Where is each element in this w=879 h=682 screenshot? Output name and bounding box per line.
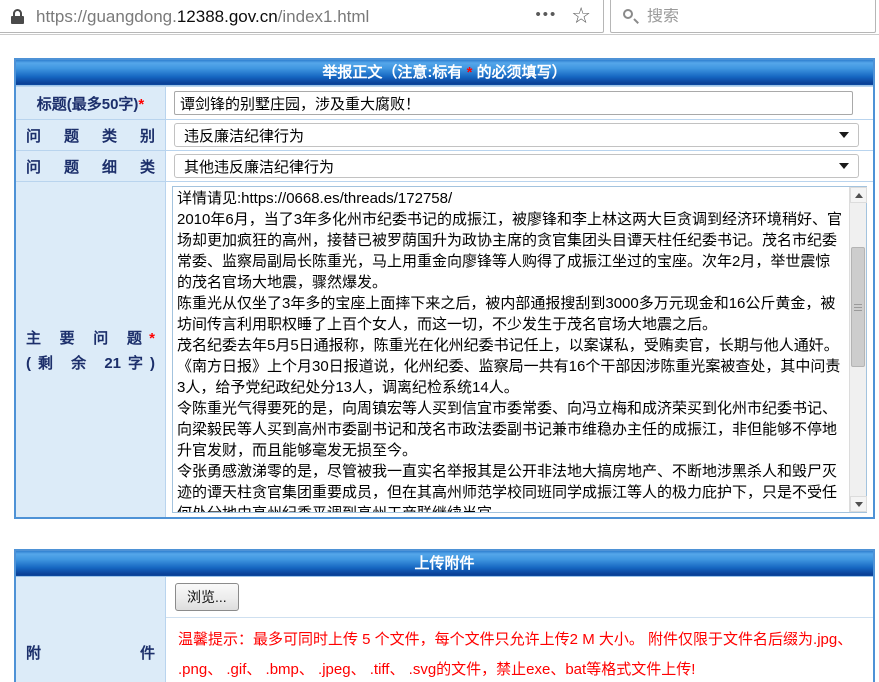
main-problem-label: 主 要 问 题* (剩 余 21字) [16, 182, 166, 517]
title-row: 标题(最多50字)* [16, 86, 873, 119]
report-header-text-2: 的必须填写） [472, 64, 566, 81]
category-cell: 违反廉洁纪律行为 [166, 120, 873, 150]
report-form-panel: 举报正文（注意:标有 * 的必须填写） 标题(最多50字)* 问 题 类 别 违… [14, 58, 875, 519]
subcategory-row: 问 题 细 类 其他违反廉洁纪律行为 [16, 150, 873, 181]
main-problem-cell: 详情请见:https://0668.es/threads/172758/ 201… [166, 182, 873, 517]
title-input[interactable] [174, 91, 853, 115]
subcategory-cell: 其他违反廉洁纪律行为 [166, 151, 873, 181]
textarea-scrollbar[interactable] [849, 187, 866, 512]
subcategory-select-value: 其他违反廉洁纪律行为 [184, 156, 334, 177]
file-input-row: 浏览... [166, 577, 873, 618]
main-required-asterisk: * [149, 330, 155, 347]
title-label-text: 标题(最多50字) [37, 96, 139, 113]
lock-icon [11, 9, 24, 24]
category-row: 问 题 类 别 违反廉洁纪律行为 [16, 119, 873, 150]
category-select[interactable]: 违反廉洁纪律行为 [174, 123, 859, 147]
url-prefix: https://guangdong. [36, 7, 177, 26]
attachment-label-text: 附 件 [26, 642, 155, 663]
chevron-down-icon [839, 132, 849, 138]
scrollbar-thumb[interactable] [851, 247, 865, 367]
attachment-row: 附 件 浏览... 温馨提示：最多可同时上传 5 个文件，每个文件只允许上传2 … [16, 577, 873, 682]
title-required-asterisk: * [138, 96, 144, 113]
category-label: 问 题 类 别 [16, 120, 166, 150]
url-path: /index1.html [278, 7, 370, 26]
main-problem-textarea[interactable]: 详情请见:https://0668.es/threads/172758/ 201… [173, 187, 849, 512]
browse-button[interactable]: 浏览... [175, 583, 239, 611]
category-select-value: 违反廉洁纪律行为 [184, 125, 304, 146]
main-problem-label-line1: 主 要 问 题 [26, 330, 149, 347]
scroll-down-icon[interactable] [850, 496, 867, 512]
category-label-text: 问 题 类 别 [26, 125, 155, 146]
subcategory-label: 问 题 细 类 [16, 151, 166, 181]
search-input[interactable] [647, 8, 867, 26]
title-label: 标题(最多50字)* [16, 87, 166, 119]
bookmark-star-icon[interactable]: ☆ [571, 5, 591, 29]
browser-toolbar: https://guangdong.12388.gov.cn/index1.ht… [0, 0, 879, 35]
url-domain: 12388.gov.cn [177, 7, 278, 26]
upload-panel: 上传附件 附 件 浏览... 温馨提示：最多可同时上传 5 个文件，每个文件只允… [14, 549, 875, 682]
search-icon [623, 9, 639, 25]
url-text: https://guangdong.12388.gov.cn/index1.ht… [36, 7, 528, 27]
title-cell [166, 87, 873, 119]
toolbar-divider [0, 34, 879, 35]
main-problem-textarea-frame: 详情请见:https://0668.es/threads/172758/ 201… [172, 186, 867, 513]
main-problem-label-line2: (剩 余 21字) [26, 352, 155, 373]
upload-panel-header: 上传附件 [16, 551, 873, 577]
scroll-up-icon[interactable] [850, 187, 867, 203]
page-actions-icon[interactable]: ••• [536, 7, 558, 26]
chevron-down-icon [839, 163, 849, 169]
page: https://guangdong.12388.gov.cn/index1.ht… [0, 0, 879, 682]
report-panel-header: 举报正文（注意:标有 * 的必须填写） [16, 60, 873, 86]
report-header-text: 举报正文（注意:标有 [322, 64, 466, 81]
search-bar[interactable] [610, 0, 876, 33]
main-problem-row: 主 要 问 题* (剩 余 21字) 详情请见:https://0668.es/… [16, 181, 873, 517]
upload-tip-text: 温馨提示：最多可同时上传 5 个文件，每个文件只允许上传2 M 大小。 附件仅限… [166, 618, 873, 682]
attachment-label: 附 件 [16, 577, 166, 682]
attachment-cell: 浏览... 温馨提示：最多可同时上传 5 个文件，每个文件只允许上传2 M 大小… [166, 577, 873, 682]
subcategory-label-text: 问 题 细 类 [26, 156, 155, 177]
address-bar[interactable]: https://guangdong.12388.gov.cn/index1.ht… [0, 0, 604, 33]
subcategory-select[interactable]: 其他违反廉洁纪律行为 [174, 154, 859, 178]
